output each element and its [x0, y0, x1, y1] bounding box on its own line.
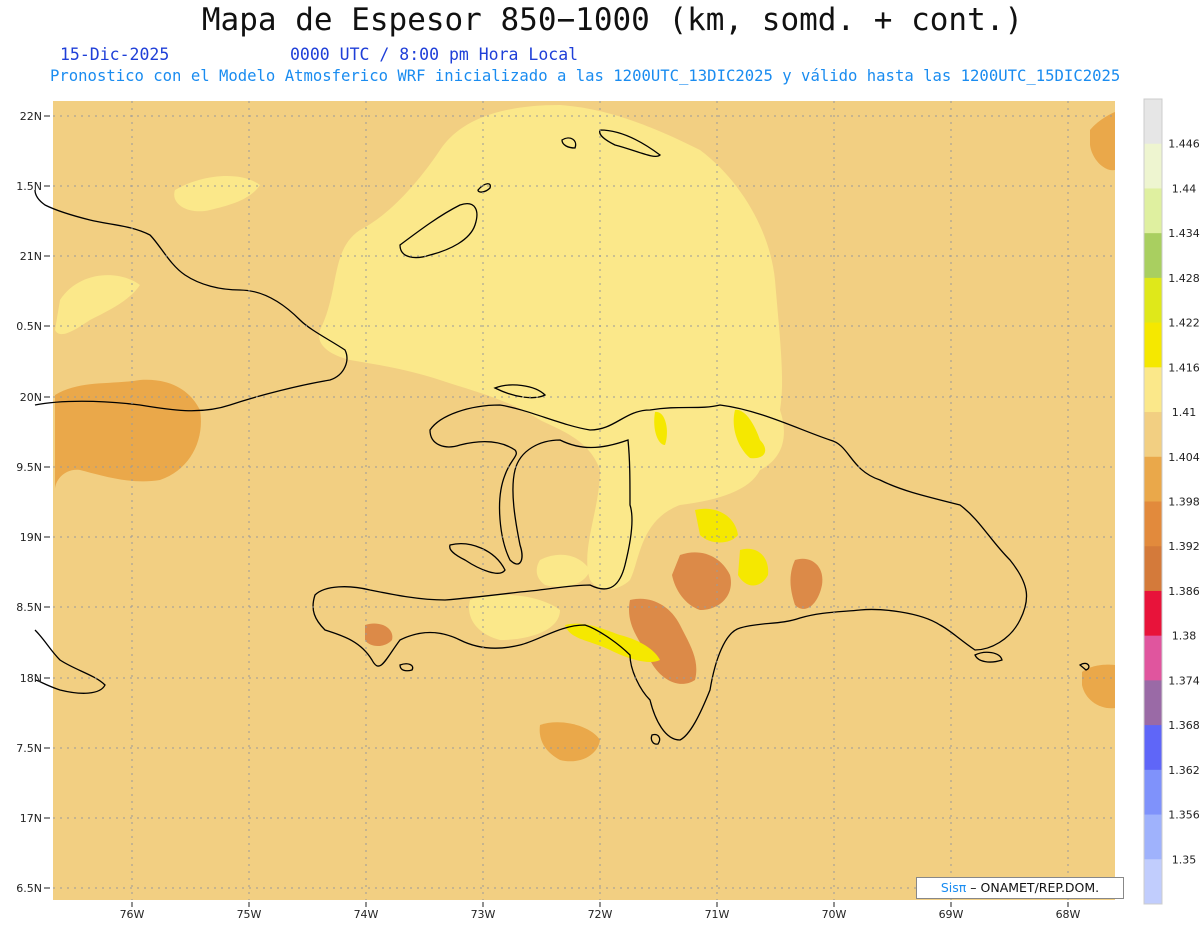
lon-label: 72W: [588, 908, 613, 921]
colorbar-swatch: [1144, 501, 1162, 547]
colorbar-label: 1.356: [1168, 809, 1200, 822]
colorbar-label: 1.368: [1168, 719, 1200, 732]
lat-label: 9.5N: [16, 461, 42, 474]
colorbar-swatch: [1144, 814, 1162, 860]
credit-org: – ONAMET/REP.DOM.: [970, 880, 1100, 895]
lon-label: 73W: [471, 908, 496, 921]
colorbar-swatch: [1144, 277, 1162, 324]
colorbar-swatch: [1144, 680, 1162, 726]
lat-ticks: [44, 115, 50, 889]
lon-label: 74W: [354, 908, 379, 921]
colorbar-label: 1.446: [1168, 138, 1200, 151]
colorbar-label: 1.404: [1168, 451, 1200, 464]
colorbar-swatch: [1144, 859, 1162, 905]
colorbar-label: 1.35: [1172, 853, 1197, 866]
lat-label: 7.5N: [16, 742, 42, 755]
colorbar-label: 1.362: [1168, 764, 1200, 777]
lat-label: 21N: [20, 250, 42, 263]
colorbar-swatch: [1144, 635, 1162, 681]
colorbar-label: 1.422: [1168, 317, 1200, 330]
colorbar-swatch: [1144, 590, 1162, 637]
colorbar-swatch: [1144, 188, 1162, 234]
colorbar-label: 1.38: [1172, 630, 1197, 643]
lon-label: 76W: [120, 908, 145, 921]
colorbar-label: 1.386: [1168, 585, 1200, 598]
colorbar-swatch: [1144, 367, 1162, 413]
colorbar: 1.446 1.44 1.434 1.428 1.422 1.416 1.41 1.404 1.…: [1143, 98, 1200, 905]
colorbar-swatch: [1144, 322, 1162, 368]
lon-label: 68W: [1056, 908, 1081, 921]
colorbar-label: 1.41: [1172, 406, 1197, 419]
lat-label: 22N: [20, 110, 42, 123]
colorbar-swatch: [1144, 725, 1162, 771]
lon-ticks: [131, 902, 1069, 907]
lat-label: 18N: [20, 672, 42, 685]
colorbar-label: 1.428: [1168, 272, 1200, 285]
thickness-map: 22N 1.5N 21N 0.5N 20N 9.5N 19N 8.5N 18N …: [16, 98, 1200, 921]
colorbar-label: 1.374: [1168, 674, 1200, 687]
lon-label: 75W: [237, 908, 262, 921]
lon-labels: 76W 75W 74W 73W 72W 71W 70W 69W 68W: [120, 908, 1081, 921]
lat-labels: 22N 1.5N 21N 0.5N 20N 9.5N 19N 8.5N 18N …: [16, 110, 42, 895]
colorbar-swatch: [1144, 233, 1162, 279]
credit-box: Sisπ – ONAMET/REP.DOM.: [916, 877, 1124, 899]
colorbar-swatch: [1144, 412, 1162, 458]
lat-label: 1.5N: [16, 180, 42, 193]
colorbar-swatch: [1144, 143, 1162, 189]
colorbar-label: 1.434: [1168, 227, 1200, 240]
colorbar-swatch: [1144, 456, 1162, 502]
lon-label: 70W: [822, 908, 847, 921]
lat-label: 19N: [20, 531, 42, 544]
colorbar-swatch: [1144, 99, 1162, 145]
lon-label: 69W: [939, 908, 964, 921]
lat-label: 0.5N: [16, 320, 42, 333]
sispi-logo: Sisπ: [940, 880, 967, 895]
lat-label: 6.5N: [16, 882, 42, 895]
lat-label: 8.5N: [16, 601, 42, 614]
colorbar-label: 1.398: [1168, 496, 1200, 509]
lat-label: 20N: [20, 391, 42, 404]
colorbar-label: 1.392: [1168, 540, 1200, 553]
colorbar-swatch: [1144, 769, 1162, 816]
lat-label: 17N: [20, 812, 42, 825]
colorbar-label: 1.44: [1172, 182, 1197, 195]
colorbar-label: 1.416: [1168, 361, 1200, 374]
colorbar-swatch: [1144, 546, 1162, 592]
lon-label: 71W: [705, 908, 730, 921]
